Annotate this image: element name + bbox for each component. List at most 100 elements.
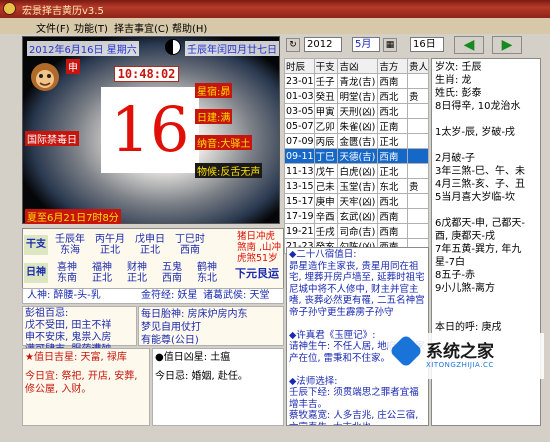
menu-bar: 文件(F) 功能(T) 择吉事宜(C) 帮助(H) [0,18,550,35]
hour-cell: 丁巳 [313,148,339,164]
phenology: 物候:反舌无声 [195,163,263,178]
calendar-icon[interactable]: ▦ [383,38,397,52]
inauspicious-panel: ●值日凶星: 土瘟 今日忌: 婚姻, 赴任。 [152,348,284,426]
hour-row[interactable]: 01-03 癸丑 明堂(吉) 西北贵 [284,88,430,104]
hour-cell [406,223,430,239]
solar-term: 夏至6月21日7时8分 [25,209,121,224]
hour-cell [406,73,430,89]
date-toolbar: ↻ 2012 5月 ▦ 16日 ◀ ▶ [282,35,532,55]
ganzhi-panel: 干支 日神 壬辰年 东海 丙午月 正北 戊申日 正北 丁巳时 西南 喜神 东南 福神 正北 … [22,228,284,290]
hour-row[interactable]: 13-15 己未 玉堂(吉) 东北贵 [284,178,430,194]
xishen: 喜神 东南 [57,262,77,284]
hour-table: 时辰 干支 吉凶 吉方 贵人 23-01 壬子 青龙(吉) 西南 01-03 癸丑 明堂(吉… [284,58,430,254]
menu-help[interactable]: 帮助(H) [172,20,207,35]
year-ganzhi: 壬辰年 东海 [55,234,85,256]
xingsu: 星宿:昴 [195,83,233,98]
hour-cell: 23-01 [284,73,315,89]
prev-day-button[interactable]: ◀ [454,36,484,54]
day-ganzhi: 戊申日 正北 [135,234,165,256]
hour-table-header: 时辰 干支 吉凶 吉方 贵人 [284,58,430,74]
hour-cell: 正北 [377,133,408,149]
hour-cell: 西南 [377,148,408,164]
taishen-panel: 每日胎神: 房床炉房内东 梦见自用仗打 有能尊(公日) [138,306,284,346]
hour-cell: 丙辰 [313,133,339,149]
hour-row[interactable]: 17-19 辛酉 玄武(凶) 西南 [284,208,430,224]
hour-cell: 癸丑 [313,88,339,104]
hour-cell: 西南 [377,223,408,239]
hour-cell: 07-09 [284,133,315,149]
nayin: 纳音:大驿土 [195,135,253,150]
hour-cell: 13-15 [284,178,315,194]
chong-warning: 猪日冲虎煞南 ,山冲虎煞51岁 [237,231,282,264]
hour-cell: 西南 [377,73,408,89]
hour-cell: 贵 [406,88,430,104]
hour-cell: 戊午 [313,163,339,179]
lunar-date: 壬辰年闰四月廿七日 [185,41,279,56]
shensha-row: 人神: 醉腰-头-乳 金符经: 妖星 诸葛武侯: 天堂 [22,288,284,304]
hour-row[interactable]: 19-21 壬戌 司命(吉) 西南 [284,223,430,239]
hour-cell: 天刑(凶) [337,103,379,119]
next-day-button[interactable]: ▶ [492,36,522,54]
auspicious-activities: 今日宜: 祭祀, 开店, 安葬, 修公屋, 入财。 [25,371,138,395]
watermark: 系统之家 XITONGZHIJIA.CC [388,333,544,379]
auspicious-stars: ★值日吉星: 天富, 禄库 [25,352,127,363]
hour-cell [406,103,430,119]
menu-choose[interactable]: 择吉事宜(C) [114,20,169,35]
title-bar: 宏景择吉黄历v3.5 [0,0,550,18]
hour-cell: 辛酉 [313,208,339,224]
hour-row[interactable]: 15-17 庚申 天牢(凶) 西北 [284,193,430,209]
hour-cell: 朱雀(凶) [337,118,379,134]
menu-file[interactable]: 文件(F) [36,20,70,35]
hour-cell: 15-17 [284,193,315,209]
hour-cell [406,163,430,179]
hour-cell: 西北 [377,193,408,209]
year-select[interactable]: 2012 [304,37,342,52]
hour-cell: 金匮(吉) [337,133,379,149]
holiday-label: 国际禁毒日 [25,131,79,146]
watermark-logo-icon [389,334,423,368]
rijian: 日建:满 [195,109,233,124]
col-ganzhi: 干支 [313,58,339,74]
month-select[interactable]: 5月 [352,37,380,52]
zodiac-char: 申 [66,59,80,74]
time-display: 10:48:02 [114,66,179,82]
hour-cell: 明堂(吉) [337,88,379,104]
col-hour: 时辰 [284,58,315,74]
wugui: 五鬼 西南 [162,262,182,284]
hour-ganzhi: 丁巳时 西南 [175,234,205,256]
day-number: 16 [101,87,199,173]
hour-cell: 01-03 [284,88,315,104]
day-select[interactable]: 16日 [410,37,444,52]
hour-cell: 甲寅 [313,103,339,119]
hour-cell: 天牢(凶) [337,193,379,209]
monkey-zodiac-icon [31,63,59,91]
hour-row[interactable]: 03-05 甲寅 天刑(凶) 西北 [284,103,430,119]
hour-row[interactable]: 07-09 丙辰 金匮(吉) 正北 [284,133,430,149]
hour-cell: 壬戌 [313,223,339,239]
hour-row[interactable]: 23-01 壬子 青龙(吉) 西南 [284,73,430,89]
hour-cell: 庚申 [313,193,339,209]
hour-cell: 05-07 [284,118,315,134]
watermark-sub: XITONGZHIJIA.CC [426,361,494,369]
hour-row[interactable]: 09-11 丁巳 天德(吉) 西南 [284,148,430,164]
hour-cell: 西北 [377,103,408,119]
hour-cell: 03-05 [284,103,315,119]
taishen-line1: 每日胎神: 房床炉房内东 [141,309,248,320]
col-direction: 吉方 [377,58,408,74]
hour-cell [406,148,430,164]
hour-cell: 西北 [377,88,408,104]
hour-cell: 乙卯 [313,118,339,134]
hour-cell [406,208,430,224]
pengzu-panel: 彭祖百忌: 戊不受田, 田主不祥 申不安床, 鬼祟入房 满可肆市, 服药遭殃 [22,306,137,355]
hour-row[interactable]: 11-13 戊午 白虎(凶) 正北 [284,163,430,179]
heshen: 鹤神 东北 [197,262,217,284]
hour-row[interactable]: 05-07 乙卯 朱雀(凶) 正南 [284,118,430,134]
solar-date: 2012年6月16日 星期六 [27,41,139,56]
refresh-icon[interactable]: ↻ [286,38,300,52]
ganzhi-label: 干支 [24,235,48,255]
hour-cell: 东北 [377,178,408,194]
rishen-label: 日神 [24,263,48,283]
col-jixiong: 吉凶 [337,58,379,74]
menu-function[interactable]: 功能(T) [74,20,108,35]
hour-cell: 17-19 [284,208,315,224]
